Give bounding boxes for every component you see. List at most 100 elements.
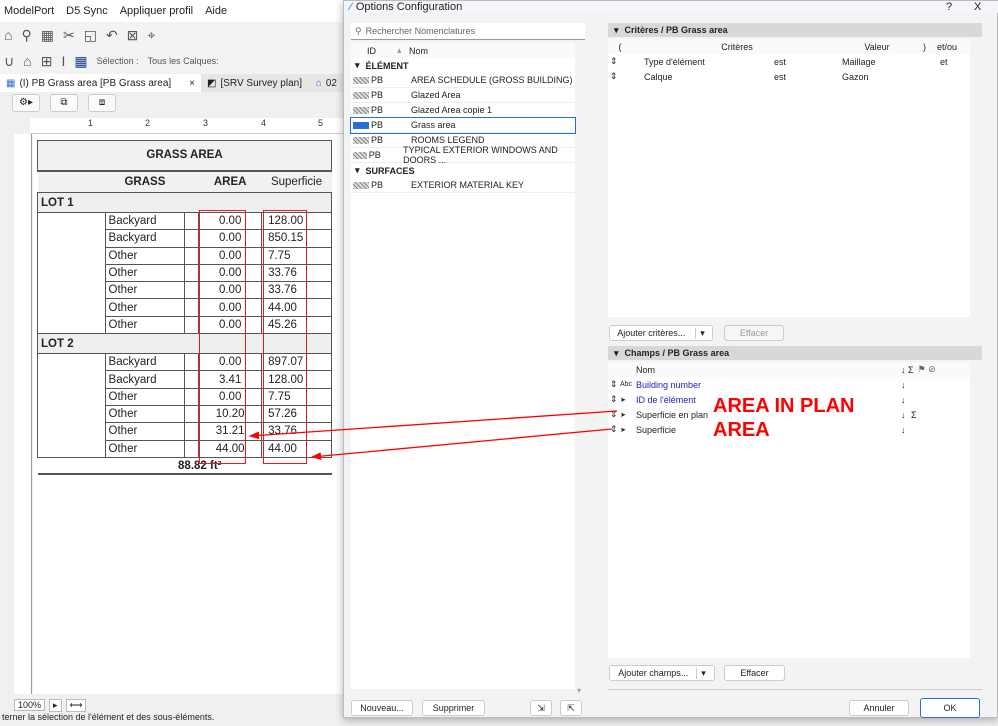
dropdown-icon[interactable]: ▾ xyxy=(695,327,705,339)
drag-handle-icon[interactable]: ⇕ xyxy=(608,379,620,390)
text-icon: Abc xyxy=(620,381,633,388)
item-name: Grass area xyxy=(411,120,456,130)
flag-hide-icons: ⚑ ⊘ xyxy=(917,364,936,374)
sort-icon[interactable]: ↓ xyxy=(901,380,911,390)
menu-appliquer-profil[interactable]: Appliquer profil xyxy=(120,5,193,17)
sort-icon[interactable]: ↓ xyxy=(901,425,911,435)
schedule-icon: ▦ xyxy=(6,77,16,89)
schedule-icon xyxy=(353,106,369,114)
ruler-tick: 1 xyxy=(88,118,94,128)
elements-icon[interactable]: ⧈ xyxy=(88,94,116,112)
add-criteria-button[interactable]: Ajouter critères... ▾ xyxy=(609,325,713,341)
drag-handle-icon[interactable]: ⇕ xyxy=(608,424,620,435)
cancel-button[interactable]: Annuler xyxy=(849,700,909,716)
tool-icon[interactable]: ⌖ xyxy=(147,27,155,44)
list-item[interactable]: PB AREA SCHEDULE (GROSS BUILDING) xyxy=(351,73,575,88)
new-button[interactable]: Nouveau... xyxy=(351,700,413,716)
scroll-down-icon[interactable]: ▾ xyxy=(577,686,581,695)
list-item[interactable]: PB EXTERIOR MATERIAL KEY xyxy=(351,178,575,193)
annotation-text: AREA IN PLAN AREA xyxy=(713,394,873,442)
item-id: PB xyxy=(371,105,384,115)
close-tab-icon[interactable]: × xyxy=(189,78,195,89)
menu-modelport[interactable]: ModelPort xyxy=(4,5,54,17)
sum-icon[interactable]: Σ xyxy=(911,410,917,420)
fields-header[interactable]: ▾ Champs / PB Grass area xyxy=(608,346,982,360)
add-fields-button[interactable]: Ajouter champs... ▾ xyxy=(609,665,715,681)
criteria-row[interactable]: ⇕ Calque est Gazon xyxy=(608,69,970,84)
list-group[interactable]: ▾ SURFACES xyxy=(351,163,575,178)
clear-fields-button[interactable]: Effacer xyxy=(724,665,785,681)
close-button[interactable]: X xyxy=(974,1,981,13)
grass-cell: Other xyxy=(104,263,186,283)
schedule-icon[interactable]: ▦ xyxy=(74,53,87,70)
tool-icon[interactable]: ▦ xyxy=(41,27,54,44)
list-item[interactable]: PB TYPICAL EXTERIOR WINDOWS AND DOORS ... xyxy=(351,145,575,165)
drag-handle-icon[interactable]: ⇕ xyxy=(608,409,620,420)
criteria-header[interactable]: ▾ Critères / PB Grass area xyxy=(608,23,982,37)
search-input[interactable]: ⚲ Rechercher Nomenclatures xyxy=(351,23,585,40)
delete-button[interactable]: Supprimer xyxy=(422,700,485,716)
horizontal-ruler: 1 2 3 4 5 xyxy=(30,118,343,134)
grass-cell: Other xyxy=(104,422,186,441)
tool-icon[interactable]: ✂ xyxy=(63,27,75,44)
col-id[interactable]: ID xyxy=(367,46,397,56)
tool-icon[interactable]: ⌂ xyxy=(4,27,12,43)
drag-handle-icon[interactable]: ⇕ xyxy=(608,71,644,82)
ok-button[interactable]: OK xyxy=(920,698,980,718)
list-item[interactable]: PB Glazed Area copie 1 xyxy=(351,103,575,118)
tool-icon[interactable]: ⊞ xyxy=(41,53,53,70)
item-name: AREA SCHEDULE (GROSS BUILDING) xyxy=(411,75,573,85)
schedule-title: GRASS AREA xyxy=(37,140,332,172)
dialog-titlebar: ⁄ Options Configuration ? X xyxy=(344,1,998,13)
grass-cell: Other xyxy=(104,246,186,265)
list-header: ID ▴ Nom xyxy=(351,43,575,58)
list-group[interactable]: ▾ ÉLÉMENT xyxy=(351,58,575,73)
house-icon: ⌂ xyxy=(315,77,322,89)
fit-width-icon[interactable]: ⟷ xyxy=(65,698,87,712)
col-nom: Nom xyxy=(636,364,656,375)
beam-icon[interactable]: I xyxy=(61,53,65,69)
help-button[interactable]: ? xyxy=(946,1,952,13)
export-icon[interactable]: ⇱ xyxy=(560,700,582,716)
options-configuration-dialog: ⁄ Options Configuration ? X ⚲ Rechercher… xyxy=(343,0,998,718)
item-id: PB xyxy=(371,90,384,100)
grass-cell: Other xyxy=(104,298,186,317)
criteria-operator: est xyxy=(774,71,787,82)
import-icon[interactable]: ⇲ xyxy=(530,700,552,716)
menu-bar: ModelPort D5 Sync Appliquer profil Aide xyxy=(0,0,343,22)
dropdown-icon[interactable]: ▾ xyxy=(696,667,706,679)
list-item[interactable]: PB Glazed Area xyxy=(351,88,575,103)
brush-icon[interactable]: ⌂ xyxy=(23,53,31,69)
grass-cell: Other xyxy=(104,281,186,300)
col-nom[interactable]: Nom xyxy=(409,46,428,56)
drag-handle-icon[interactable]: ⇕ xyxy=(608,394,620,405)
tool-icon[interactable]: ∪ xyxy=(4,53,14,70)
highlight-superficie-column xyxy=(263,210,307,464)
criteria-row[interactable]: ⇕ Type d'élément est Maillage et xyxy=(608,54,970,69)
zoom-arrow-icon[interactable]: ▸ xyxy=(49,698,62,712)
item-name: Glazed Area xyxy=(411,90,461,100)
criteria-title: Critères / PB Grass area xyxy=(624,25,728,35)
clear-criteria-button[interactable]: Effacer xyxy=(724,325,784,341)
field-row[interactable]: ⇕ Abc Building number ↓ xyxy=(608,377,970,392)
grass-cell: Other xyxy=(104,404,186,424)
tool-icon[interactable]: ◱ xyxy=(84,27,97,44)
menu-aide[interactable]: Aide xyxy=(205,5,227,17)
sort-icon[interactable]: ↓ xyxy=(901,395,911,405)
fit-icon[interactable]: ⧉ xyxy=(50,94,78,112)
tool-icon[interactable]: ↶ xyxy=(106,27,118,44)
tab-grass-area[interactable]: ▦ (I) PB Grass area [PB Grass area] × xyxy=(0,74,202,92)
settings-gear-icon[interactable]: ⚙▸ xyxy=(12,94,40,112)
tab-survey-plan[interactable]: ◩ [SRV Survey plan] xyxy=(201,74,308,92)
tool-icon[interactable]: ⚲ xyxy=(21,27,31,44)
search-placeholder: Rechercher Nomenclatures xyxy=(365,26,476,36)
group-label: SURFACES xyxy=(365,165,415,176)
drag-handle-icon[interactable]: ⇕ xyxy=(608,56,644,67)
sort-icon[interactable]: ↓ xyxy=(901,410,911,420)
zoom-level[interactable]: 100% xyxy=(14,699,46,711)
tab-02[interactable]: ⌂ 02 xyxy=(310,74,343,92)
list-item[interactable]: PB Grass area xyxy=(350,117,576,134)
tool-icon[interactable]: ⊠ xyxy=(127,27,139,44)
menu-d5sync[interactable]: D5 Sync xyxy=(66,5,108,17)
grass-cell: Backyard xyxy=(104,370,186,389)
